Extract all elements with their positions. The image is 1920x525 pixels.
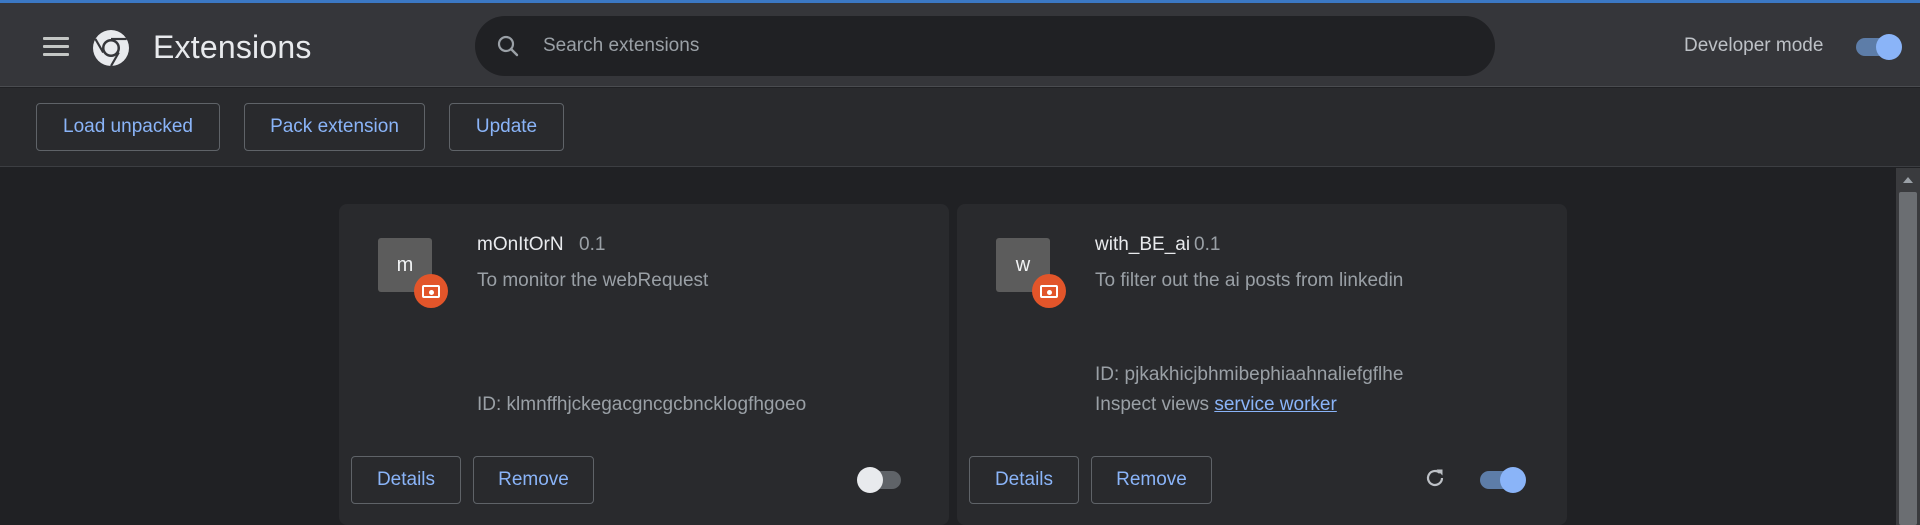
search-input[interactable] [543,28,1443,64]
menu-icon[interactable] [43,37,69,57]
load-unpacked-button[interactable]: Load unpacked [36,103,220,151]
extension-id: ID: klmnffhjckegacgncgcbncklogfhgoeo [477,394,807,415]
extension-error-badge-icon [1032,274,1066,308]
extension-description: To filter out the ai posts from linkedin [1095,270,1404,291]
developer-toolbar: Load unpacked Pack extension Update [0,88,1920,167]
reload-icon[interactable] [1422,465,1448,491]
app-header: Extensions Developer mode [0,3,1920,87]
pack-extension-button[interactable]: Pack extension [244,103,425,151]
service-worker-link[interactable]: service worker [1214,394,1336,415]
extension-id: ID: pjkakhicjbhmibephiaahnaliefgflhe [1095,364,1404,385]
search-icon [497,35,519,57]
developer-mode-toggle[interactable] [1856,34,1902,60]
extension-card: m mOnItOrN 0.1 To monitor the webRequest… [339,204,949,525]
inspect-views-label: Inspect views [1095,394,1210,415]
scrollbar[interactable] [1896,168,1920,525]
extension-enable-toggle[interactable] [857,467,903,493]
extension-version: 0.1 [579,234,606,255]
extension-version: 0.1 [1194,234,1221,255]
developer-mode-label: Developer mode [1684,35,1824,56]
remove-button[interactable]: Remove [473,456,594,504]
remove-button[interactable]: Remove [1091,456,1212,504]
scroll-up-arrow-icon[interactable] [1903,177,1913,183]
details-button[interactable]: Details [351,456,461,504]
scrollbar-thumb[interactable] [1899,192,1917,525]
page-title: Extensions [153,29,312,65]
extension-enable-toggle[interactable] [1480,467,1526,493]
extension-name: with_BE_ai [1095,234,1191,255]
extension-error-badge-icon [414,274,448,308]
chrome-logo [93,30,129,67]
update-button[interactable]: Update [449,103,564,151]
extension-description: To monitor the webRequest [477,270,709,291]
search-box[interactable] [475,16,1495,76]
extension-card: w with_BE_ai 0.1 To filter out the ai po… [957,204,1567,525]
extension-name: mOnItOrN [477,234,564,255]
inspect-views: Inspect views service worker [1095,394,1337,416]
details-button[interactable]: Details [969,456,1079,504]
